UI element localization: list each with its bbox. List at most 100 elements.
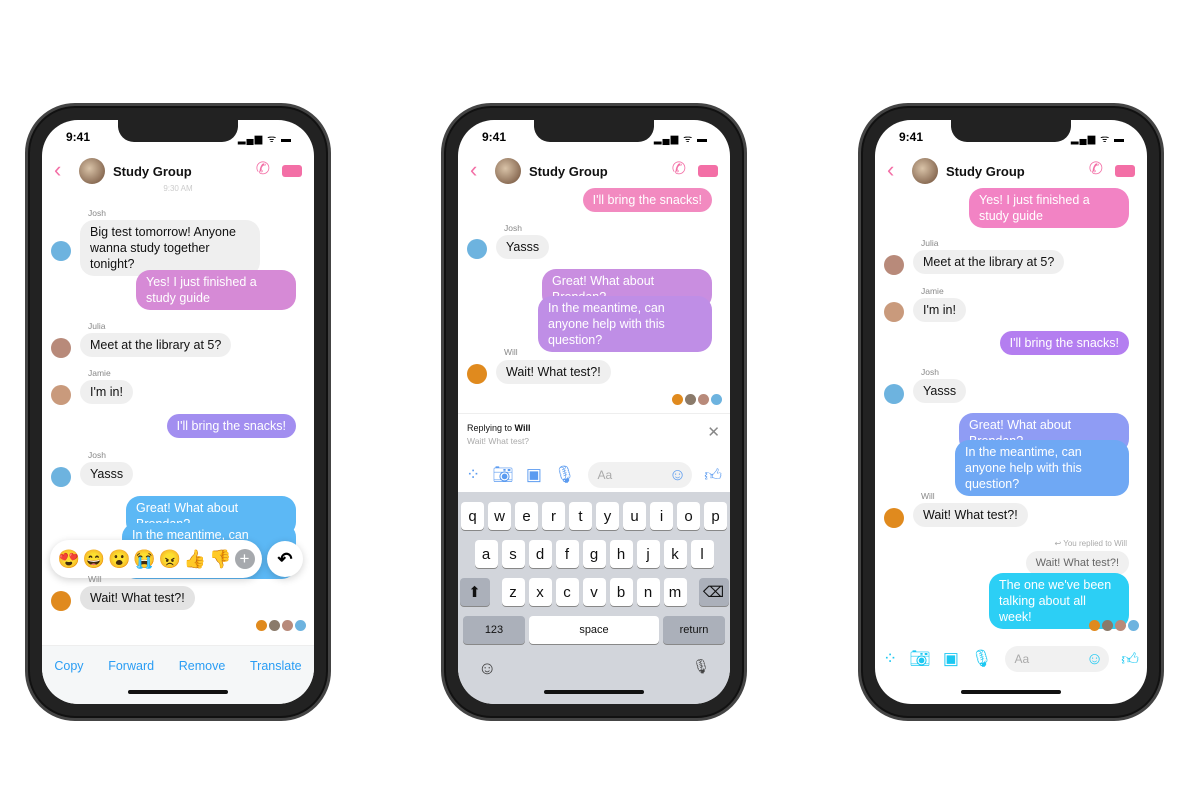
message-bubble[interactable]: Meet at the library at 5?: [80, 333, 232, 357]
quoted-message[interactable]: Wait! What test?!: [1025, 551, 1129, 575]
numbers-key[interactable]: 123: [463, 616, 525, 644]
key-l[interactable]: l: [690, 540, 714, 568]
key-r[interactable]: r: [542, 502, 565, 530]
video-icon[interactable]: [282, 165, 302, 177]
phone-icon[interactable]: ✆: [256, 159, 270, 179]
notch: [534, 120, 654, 142]
key-c[interactable]: c: [555, 578, 579, 606]
message-bubble[interactable]: Yes! I just finished a study guide: [969, 188, 1129, 228]
message-bubble[interactable]: I'm in!: [80, 380, 133, 404]
key-j[interactable]: j: [636, 540, 660, 568]
copy-button[interactable]: Copy: [54, 659, 83, 704]
key-b[interactable]: b: [609, 578, 633, 606]
more-reactions-icon[interactable]: +: [234, 549, 255, 569]
return-key[interactable]: return: [663, 616, 725, 644]
camera-icon[interactable]: 📷︎: [492, 465, 514, 485]
key-e[interactable]: e: [515, 502, 538, 530]
key-y[interactable]: y: [596, 502, 619, 530]
key-q[interactable]: q: [461, 502, 484, 530]
reaction-laugh[interactable]: 😄: [83, 549, 105, 570]
dictation-icon[interactable]: 🎙: [692, 658, 710, 679]
reaction-thumbs-down[interactable]: 👎: [209, 549, 231, 570]
key-v[interactable]: v: [582, 578, 606, 606]
chat-title[interactable]: Study Group: [113, 164, 192, 179]
apps-icon[interactable]: ⁘: [883, 649, 897, 669]
reply-button[interactable]: ↶: [267, 541, 303, 577]
back-icon[interactable]: ‹: [470, 159, 477, 181]
key-i[interactable]: i: [650, 502, 673, 530]
key-u[interactable]: u: [623, 502, 646, 530]
reaction-wow[interactable]: 😮: [108, 549, 130, 570]
key-a[interactable]: a: [474, 540, 498, 568]
group-avatar[interactable]: [912, 158, 938, 184]
message-bubble[interactable]: Wait! What test?!: [496, 360, 611, 384]
home-indicator[interactable]: [544, 690, 644, 694]
remove-button[interactable]: Remove: [179, 659, 226, 704]
key-f[interactable]: f: [555, 540, 579, 568]
key-z[interactable]: z: [501, 578, 525, 606]
group-avatar[interactable]: [495, 158, 521, 184]
emoji-keyboard-icon[interactable]: ☺: [478, 658, 496, 679]
message-bubble[interactable]: Wait! What test?!: [913, 503, 1028, 527]
key-x[interactable]: x: [528, 578, 552, 606]
chat-title[interactable]: Study Group: [946, 164, 1025, 179]
chat-header: ‹ Study Group ✆: [875, 154, 1147, 188]
like-icon[interactable]: 👍︎: [1121, 649, 1139, 670]
key-o[interactable]: o: [677, 502, 700, 530]
message-bubble[interactable]: In the meantime, can anyone help with th…: [538, 296, 712, 352]
like-icon[interactable]: 👍︎: [704, 465, 722, 486]
home-indicator[interactable]: [128, 690, 228, 694]
key-n[interactable]: n: [636, 578, 660, 606]
reaction-angry[interactable]: 😠: [159, 549, 181, 570]
message-bubble[interactable]: Yasss: [80, 462, 134, 486]
forward-button[interactable]: Forward: [108, 659, 154, 704]
message-bubble[interactable]: I'll bring the snacks!: [582, 188, 712, 212]
video-icon[interactable]: [698, 165, 718, 177]
key-m[interactable]: m: [663, 578, 687, 606]
chat-title[interactable]: Study Group: [529, 164, 608, 179]
key-w[interactable]: w: [488, 502, 511, 530]
key-t[interactable]: t: [569, 502, 592, 530]
reaction-cry[interactable]: 😭: [133, 549, 155, 570]
camera-icon[interactable]: 📷︎: [909, 649, 931, 669]
message-bubble[interactable]: Big test tomorrow! Anyone wanna study to…: [80, 220, 260, 276]
message-bubble[interactable]: Meet at the library at 5?: [913, 250, 1065, 274]
microphone-icon[interactable]: 🎙︎: [971, 649, 993, 669]
message-bubble[interactable]: Wait! What test?!: [80, 586, 195, 610]
reaction-thumbs-up[interactable]: 👍: [184, 549, 206, 570]
apps-icon[interactable]: ⁘: [466, 465, 480, 485]
message-bubble[interactable]: I'll bring the snacks!: [166, 414, 296, 438]
key-d[interactable]: d: [528, 540, 552, 568]
gallery-icon[interactable]: ▣: [943, 649, 959, 669]
key-h[interactable]: h: [609, 540, 633, 568]
gallery-icon[interactable]: ▣: [526, 465, 542, 485]
message-bubble[interactable]: Yes! I just finished a study guide: [136, 270, 296, 310]
video-icon[interactable]: [1115, 165, 1135, 177]
shift-key[interactable]: ⬆: [459, 578, 490, 606]
phone-icon[interactable]: ✆: [1089, 159, 1103, 179]
message-bubble[interactable]: Yasss: [913, 379, 967, 403]
phone-icon[interactable]: ✆: [672, 159, 686, 179]
emoji-icon[interactable]: ☺: [669, 465, 686, 485]
message-bubble[interactable]: In the meantime, can anyone help with th…: [955, 440, 1129, 496]
home-indicator[interactable]: [961, 690, 1061, 694]
message-input[interactable]: Aa ☺: [587, 462, 693, 488]
reaction-heart-eyes[interactable]: 😍: [57, 549, 79, 570]
emoji-icon[interactable]: ☺: [1086, 649, 1103, 669]
translate-button[interactable]: Translate: [250, 659, 302, 704]
back-icon[interactable]: ‹: [887, 159, 894, 181]
message-bubble[interactable]: I'm in!: [913, 298, 966, 322]
message-input[interactable]: Aa ☺: [1004, 646, 1110, 672]
key-g[interactable]: g: [582, 540, 606, 568]
key-s[interactable]: s: [501, 540, 525, 568]
group-avatar[interactable]: [79, 158, 105, 184]
key-k[interactable]: k: [663, 540, 687, 568]
space-key[interactable]: space: [529, 616, 659, 644]
back-icon[interactable]: ‹: [54, 159, 61, 181]
message-bubble[interactable]: Yasss: [496, 235, 550, 259]
message-bubble[interactable]: I'll bring the snacks!: [999, 331, 1129, 355]
delete-key[interactable]: ⌫: [698, 578, 729, 606]
close-reply-icon[interactable]: ✕: [707, 423, 720, 441]
microphone-icon[interactable]: 🎙︎: [554, 465, 576, 485]
key-p[interactable]: p: [704, 502, 727, 530]
